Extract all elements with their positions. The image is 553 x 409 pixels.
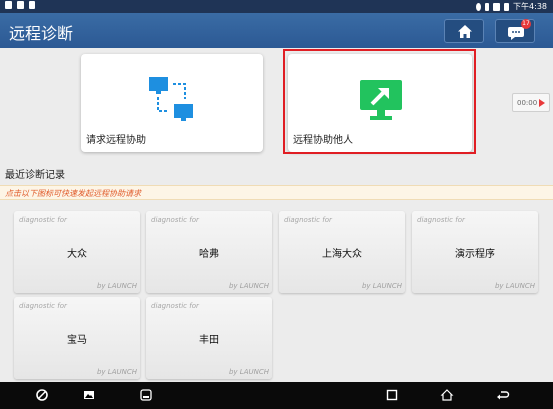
tile-name: 丰田 [199, 335, 219, 346]
location-icon [476, 2, 482, 11]
recent-tile[interactable]: diagnostic for 演示程序 by LAUNCH [412, 211, 538, 293]
request-remote-assist-label: 请求远程协助 [86, 135, 146, 146]
network-computers-icon [149, 77, 193, 121]
recent-tile[interactable]: diagnostic for 宝马 by LAUNCH [14, 297, 140, 379]
session-timer[interactable]: 00:00 [512, 93, 550, 112]
tile-tag: diagnostic for [19, 302, 67, 310]
system-nav-bar [0, 382, 553, 409]
home-button[interactable] [444, 19, 484, 43]
hint-text: 点击以下图标可快速发起远程协助请求 [5, 189, 141, 198]
tile-tag: diagnostic for [284, 216, 332, 224]
battery-icon [504, 2, 510, 11]
tile-name: 演示程序 [455, 249, 495, 260]
browser-icon[interactable] [35, 388, 49, 402]
tile-by: by LAUNCH [228, 282, 269, 290]
status-bar: 下午4:38 [0, 0, 553, 13]
tile-tag: diagnostic for [151, 216, 199, 224]
tile-tag: diagnostic for [19, 216, 67, 224]
tile-by: by LAUNCH [96, 282, 137, 290]
notification-badge: 17 [521, 19, 531, 29]
app-bar: 远程诊断 17 [0, 13, 553, 48]
recent-tile[interactable]: diagnostic for 哈弗 by LAUNCH [146, 211, 272, 293]
signal-icon [493, 2, 501, 11]
request-remote-assist-card[interactable]: 请求远程协助 [81, 54, 263, 152]
recent-tile[interactable]: diagnostic for 丰田 by LAUNCH [146, 297, 272, 379]
image-icon [17, 1, 24, 9]
tile-name: 大众 [67, 249, 87, 260]
n-icon [29, 1, 35, 9]
timer-text: 00:00 [517, 99, 538, 107]
selection-highlight [283, 49, 476, 154]
tile-name: 上海大众 [322, 249, 362, 260]
status-time: 下午4:38 [513, 2, 547, 11]
tile-name: 哈弗 [199, 249, 219, 260]
tile-by: by LAUNCH [361, 282, 402, 290]
tile-by: by LAUNCH [494, 282, 535, 290]
tile-name: 宝马 [67, 335, 87, 346]
back-icon[interactable] [496, 388, 510, 402]
play-icon [539, 99, 545, 107]
home-icon [458, 25, 472, 38]
bluetooth-icon [485, 2, 490, 11]
home-nav-icon[interactable] [440, 388, 454, 402]
tile-tag: diagnostic for [417, 216, 465, 224]
tile-by: by LAUNCH [96, 368, 137, 376]
page-title: 远程诊断 [9, 24, 74, 43]
recent-apps-icon[interactable] [385, 388, 399, 402]
hint-bar: 点击以下图标可快速发起远程协助请求 [0, 185, 553, 200]
gallery-icon[interactable] [82, 388, 96, 402]
notification-icon [5, 1, 12, 9]
tile-by: by LAUNCH [228, 368, 269, 376]
recent-tile[interactable]: diagnostic for 大众 by LAUNCH [14, 211, 140, 293]
messages-button[interactable]: 17 [495, 19, 535, 43]
recent-tile[interactable]: diagnostic for 上海大众 by LAUNCH [279, 211, 405, 293]
tile-tag: diagnostic for [151, 302, 199, 310]
car-icon[interactable] [139, 388, 153, 402]
recent-records-title: 最近诊断记录 [5, 170, 65, 181]
